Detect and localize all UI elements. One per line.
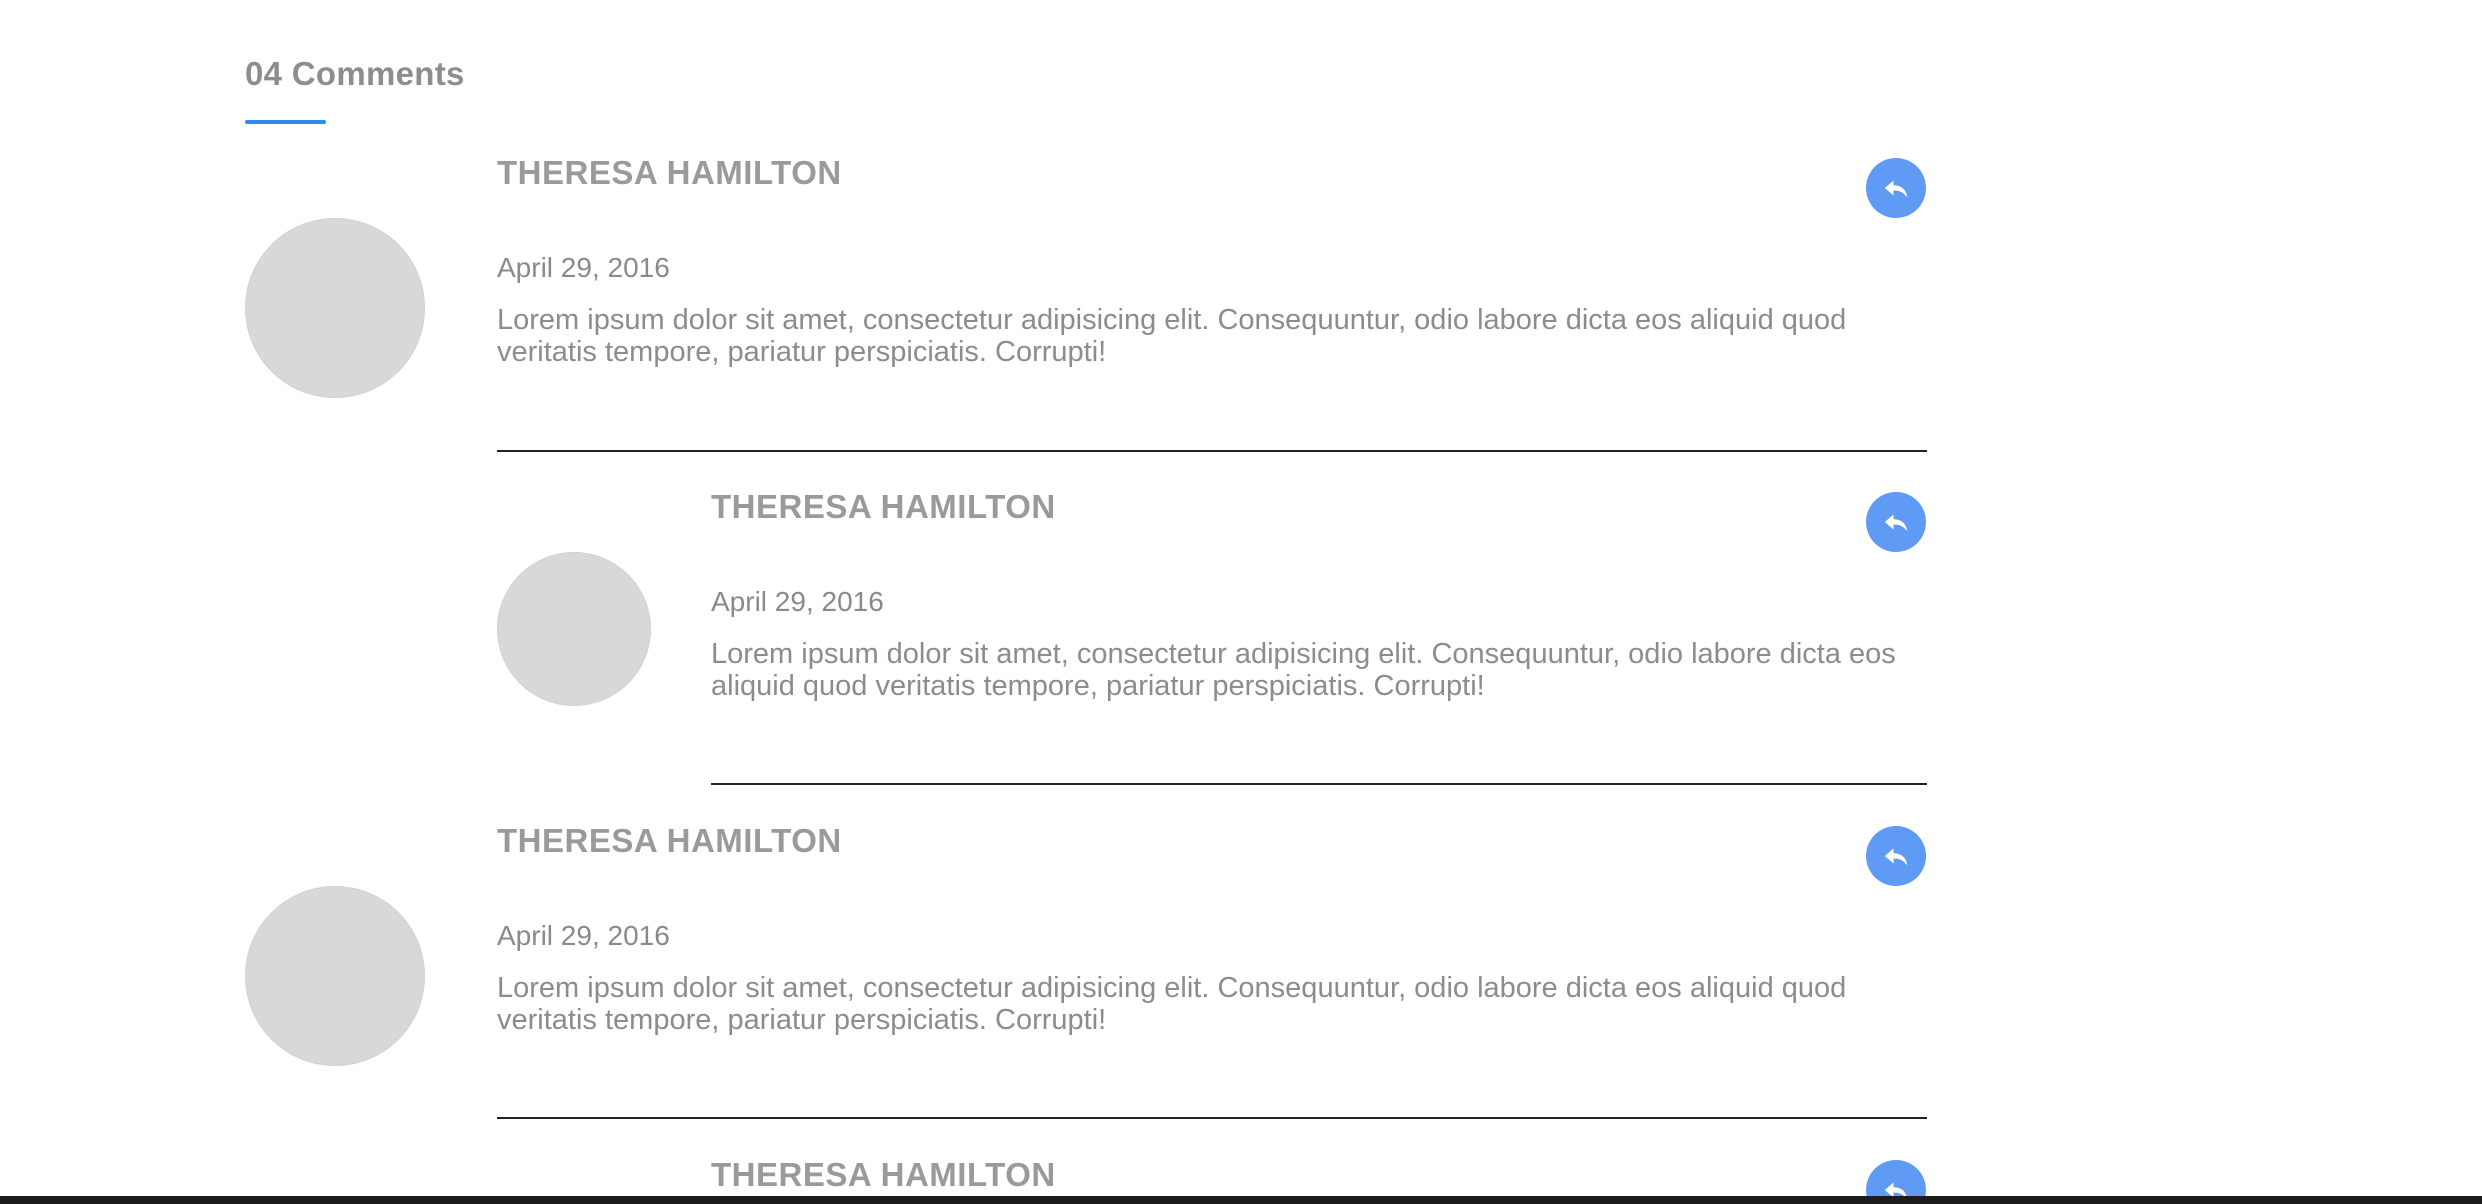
avatar (245, 218, 425, 398)
reply-button[interactable] (1866, 492, 1926, 552)
avatar (497, 552, 651, 706)
reply-icon (1884, 1182, 1907, 1198)
reply-icon (1884, 180, 1908, 198)
comment-date: April 29, 2016 (497, 252, 670, 283)
comment-author: THERESA HAMILTON (497, 154, 842, 191)
comments-page: 04 Comments THERESA HAMILTON April 29, 2… (0, 0, 2482, 1198)
reply-button[interactable] (1866, 826, 1926, 886)
page-bottom-border (0, 1196, 2482, 1204)
comment-date: April 29, 2016 (711, 586, 884, 617)
reply-button[interactable] (1866, 1160, 1926, 1198)
comment-author: THERESA HAMILTON (711, 1156, 1056, 1193)
comment-text: Lorem ipsum dolor sit amet, consectetur … (497, 304, 1847, 368)
comment-divider (711, 783, 1927, 785)
reply-icon (1884, 514, 1908, 532)
title-underline (245, 120, 326, 124)
comment-author: THERESA HAMILTON (711, 488, 1056, 525)
comment-date: April 29, 2016 (497, 920, 670, 951)
comment-divider (497, 450, 1927, 452)
avatar (245, 886, 425, 1066)
comment-divider (497, 1117, 1927, 1119)
comment-text: Lorem ipsum dolor sit amet, consectetur … (711, 638, 1896, 702)
comment-text: Lorem ipsum dolor sit amet, consectetur … (497, 972, 1847, 1036)
comment-author: THERESA HAMILTON (497, 822, 842, 859)
comments-count-title: 04 Comments (245, 55, 465, 92)
reply-icon (1884, 848, 1908, 866)
reply-button[interactable] (1866, 158, 1926, 218)
